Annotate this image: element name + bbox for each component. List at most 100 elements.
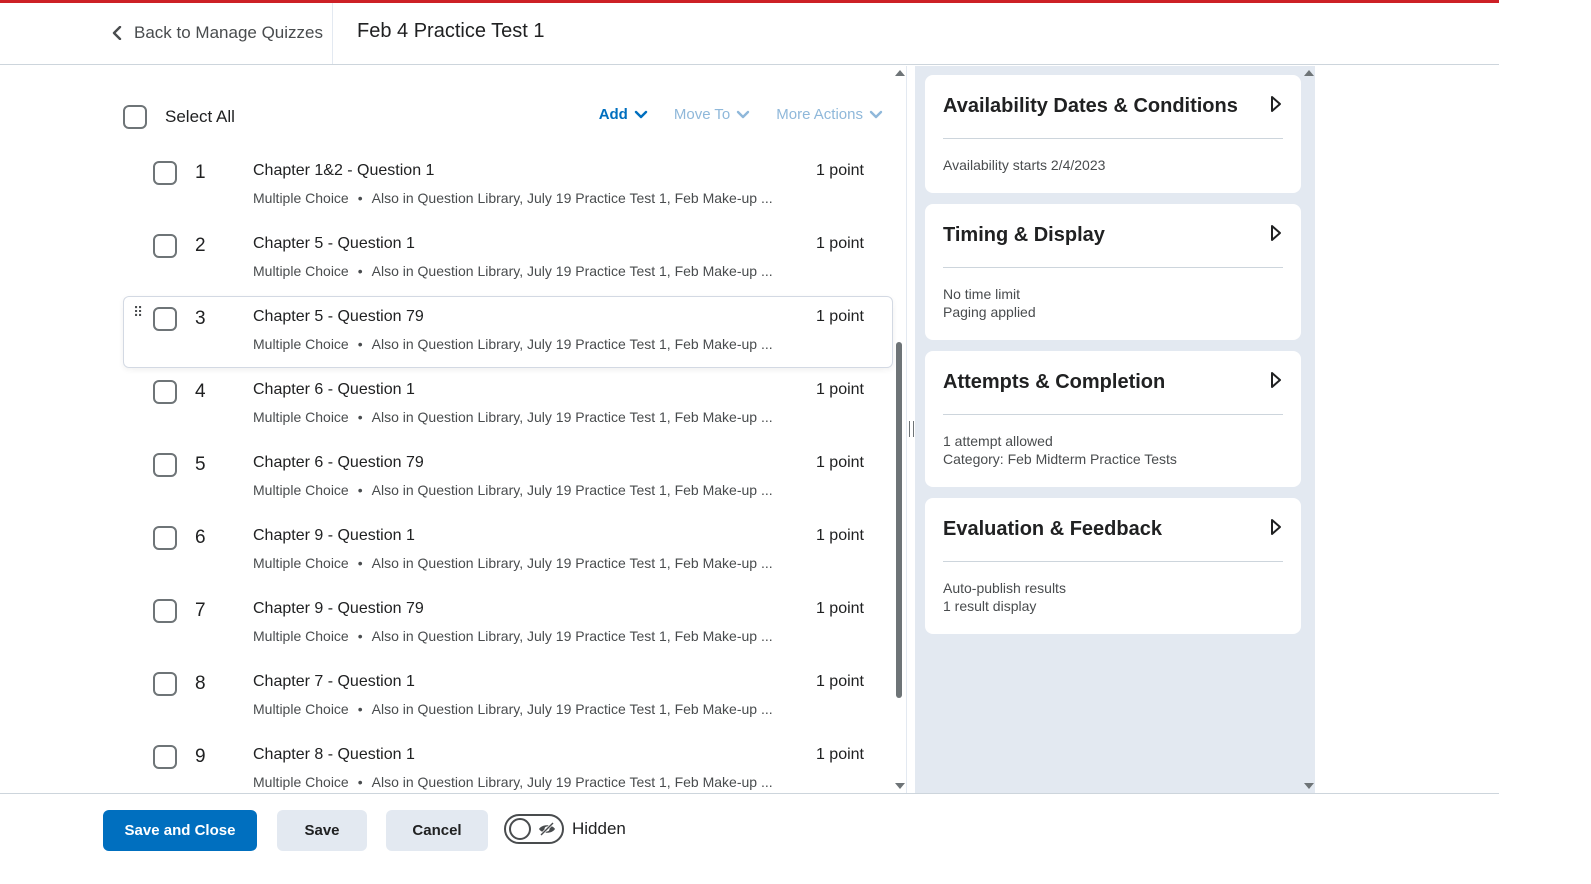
question-title[interactable]: Chapter 6 - Question 79: [253, 454, 424, 472]
question-row[interactable]: 7 Chapter 9 - Question 79 Multiple Choic…: [123, 588, 893, 660]
question-row[interactable]: 4 Chapter 6 - Question 1 Multiple Choice…: [123, 369, 893, 441]
question-checkbox[interactable]: [153, 234, 177, 258]
question-type: Multiple Choice: [253, 336, 349, 352]
question-title[interactable]: Chapter 9 - Question 79: [253, 600, 424, 618]
question-points: 1 point: [815, 673, 864, 690]
question-title[interactable]: Chapter 5 - Question 79: [253, 308, 424, 326]
expand-triangle-icon[interactable]: [1269, 371, 1283, 394]
card-summary: No time limit Paging applied: [943, 268, 1283, 321]
question-number: 2: [195, 235, 206, 256]
question-also-in: Also in Question Library, July 19 Practi…: [371, 701, 773, 717]
settings-sidebar: Availability Dates & Conditions Availabi…: [915, 66, 1315, 793]
visibility-switch[interactable]: [504, 814, 564, 844]
question-row[interactable]: 9 Chapter 8 - Question 1 Multiple Choice…: [123, 734, 893, 793]
move-to-button[interactable]: Move To: [674, 106, 750, 123]
question-meta: Multiple Choice • Also in Question Library…: [253, 555, 783, 571]
card-header[interactable]: Timing & Display: [943, 204, 1283, 268]
expand-triangle-icon[interactable]: [1269, 518, 1283, 541]
attempts-completion-card[interactable]: Attempts & Completion 1 attempt allowed …: [925, 351, 1301, 487]
question-checkbox[interactable]: [153, 745, 177, 769]
question-number: 7: [195, 600, 206, 621]
cancel-button[interactable]: Cancel: [386, 810, 488, 851]
add-label: Add: [598, 106, 628, 123]
question-row[interactable]: 2 Chapter 5 - Question 1 Multiple Choice…: [123, 223, 893, 295]
bullet-separator: •: [357, 263, 363, 279]
card-title: Availability Dates & Conditions: [943, 95, 1238, 117]
footer-action-bar: Save and Close Save Cancel Hidden: [0, 793, 1499, 884]
question-points: 1 point: [815, 381, 864, 398]
question-title[interactable]: Chapter 6 - Question 1: [253, 381, 415, 399]
question-row[interactable]: 5 Chapter 6 - Question 79 Multiple Choic…: [123, 442, 893, 514]
question-checkbox[interactable]: [153, 526, 177, 550]
question-type: Multiple Choice: [253, 774, 349, 790]
pane-splitter[interactable]: [906, 66, 915, 793]
visibility-toggle[interactable]: Hidden: [504, 814, 626, 844]
bullet-separator: •: [357, 409, 363, 425]
scroll-down-arrow-icon[interactable]: [1304, 783, 1314, 789]
question-points: 1 point: [815, 162, 864, 179]
question-also-in: Also in Question Library, July 19 Practi…: [371, 336, 773, 352]
evaluation-feedback-card[interactable]: Evaluation & Feedback Auto-publish resul…: [925, 498, 1301, 634]
question-checkbox[interactable]: [153, 453, 177, 477]
question-also-in: Also in Question Library, July 19 Practi…: [371, 482, 773, 498]
select-all[interactable]: Select All: [123, 105, 235, 129]
question-list-scrollbar[interactable]: [894, 66, 906, 793]
chevron-down-icon: [737, 110, 750, 118]
question-checkbox[interactable]: [153, 599, 177, 623]
chevron-down-icon: [634, 110, 648, 118]
card-header[interactable]: Evaluation & Feedback: [943, 498, 1283, 562]
question-meta: Multiple Choice • Also in Question Library…: [253, 263, 783, 279]
expand-triangle-icon[interactable]: [1269, 95, 1283, 118]
question-number: 9: [195, 746, 206, 767]
question-title[interactable]: Chapter 8 - Question 1: [253, 746, 415, 764]
question-row-hovered[interactable]: ⠿ 3 Chapter 5 - Question 79 Multiple Cho…: [123, 296, 893, 368]
select-all-checkbox[interactable]: [123, 105, 147, 129]
scrollbar-thumb[interactable]: [896, 342, 902, 698]
header-divider: [332, 3, 333, 64]
question-checkbox[interactable]: [153, 307, 177, 331]
question-number: 8: [195, 673, 206, 694]
question-points: 1 point: [815, 600, 864, 617]
summary-line: Paging applied: [943, 304, 1036, 320]
visibility-label: Hidden: [572, 819, 626, 838]
question-title[interactable]: Chapter 5 - Question 1: [253, 235, 415, 253]
sidebar-scrollbar[interactable]: [1302, 66, 1316, 793]
question-checkbox[interactable]: [153, 161, 177, 185]
chevron-left-icon: [112, 26, 122, 40]
question-row[interactable]: 6 Chapter 9 - Question 1 Multiple Choice…: [123, 515, 893, 587]
expand-triangle-icon[interactable]: [1269, 224, 1283, 247]
drag-handle-icon[interactable]: ⠿: [133, 305, 143, 327]
question-checkbox[interactable]: [153, 380, 177, 404]
card-summary: Auto-publish results 1 result display: [943, 562, 1283, 615]
question-checkbox[interactable]: [153, 672, 177, 696]
scroll-up-arrow-icon[interactable]: [895, 70, 905, 76]
question-type: Multiple Choice: [253, 628, 349, 644]
question-row[interactable]: 1 Chapter 1&2 - Question 1 Multiple Choi…: [123, 150, 893, 222]
summary-line: 1 attempt allowed: [943, 433, 1053, 449]
question-also-in: Also in Question Library, July 19 Practi…: [371, 263, 773, 279]
card-header[interactable]: Attempts & Completion: [943, 351, 1283, 415]
card-title: Timing & Display: [943, 224, 1105, 246]
card-summary: 1 attempt allowed Category: Feb Midterm …: [943, 415, 1283, 468]
add-button[interactable]: Add: [599, 106, 648, 123]
question-title[interactable]: Chapter 7 - Question 1: [253, 673, 415, 691]
question-also-in: Also in Question Library, July 19 Practi…: [371, 628, 773, 644]
scroll-down-arrow-icon[interactable]: [895, 783, 905, 789]
question-type: Multiple Choice: [253, 482, 349, 498]
save-and-close-button[interactable]: Save and Close: [103, 810, 257, 851]
question-row[interactable]: 8 Chapter 7 - Question 1 Multiple Choice…: [123, 661, 893, 733]
card-header[interactable]: Availability Dates & Conditions: [943, 75, 1283, 139]
question-number: 4: [195, 381, 206, 402]
summary-line: Availability starts 2/4/2023: [943, 157, 1106, 173]
more-actions-button[interactable]: More Actions: [776, 106, 883, 123]
question-meta: Multiple Choice • Also in Question Library…: [253, 701, 783, 717]
question-title[interactable]: Chapter 9 - Question 1: [253, 527, 415, 545]
splitter-grip-icon[interactable]: [909, 421, 914, 437]
question-title[interactable]: Chapter 1&2 - Question 1: [253, 162, 434, 180]
timing-display-card[interactable]: Timing & Display No time limit Paging ap…: [925, 204, 1301, 340]
scroll-up-arrow-icon[interactable]: [1304, 70, 1314, 76]
bullet-separator: •: [357, 336, 363, 352]
availability-card[interactable]: Availability Dates & Conditions Availabi…: [925, 75, 1301, 193]
back-to-manage-quizzes-link[interactable]: Back to Manage Quizzes: [110, 23, 323, 43]
save-button[interactable]: Save: [277, 810, 367, 851]
